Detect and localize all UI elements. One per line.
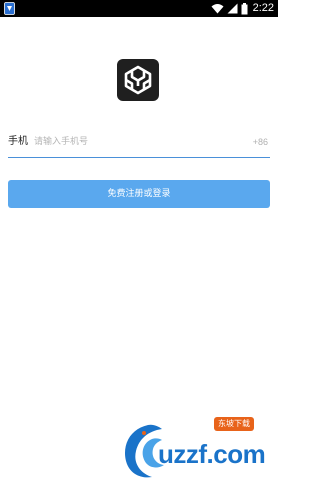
- app-logo: [117, 59, 159, 101]
- register-login-button[interactable]: 免费注册或登录: [8, 180, 270, 208]
- phone-input[interactable]: [34, 133, 234, 151]
- status-bar: 2:22: [0, 0, 278, 17]
- signal-icon: [227, 3, 238, 14]
- cube-logo-icon: [124, 65, 152, 95]
- country-code[interactable]: +86: [253, 136, 268, 148]
- watermark-logo: 东坡下载 uzzf.com: [118, 413, 274, 485]
- phone-input-underline: [8, 157, 270, 158]
- phone-row: 手机 +86: [8, 130, 270, 157]
- app-notification-icon: [4, 2, 15, 15]
- watermark-site: uzzf.com: [158, 439, 266, 469]
- status-icons: 2:22: [211, 0, 274, 17]
- phone-label: 手机: [8, 136, 28, 147]
- wifi-icon: [211, 4, 224, 14]
- status-time: 2:22: [252, 2, 274, 14]
- watermark-badge: 东坡下载: [214, 417, 254, 431]
- battery-icon: [241, 2, 248, 14]
